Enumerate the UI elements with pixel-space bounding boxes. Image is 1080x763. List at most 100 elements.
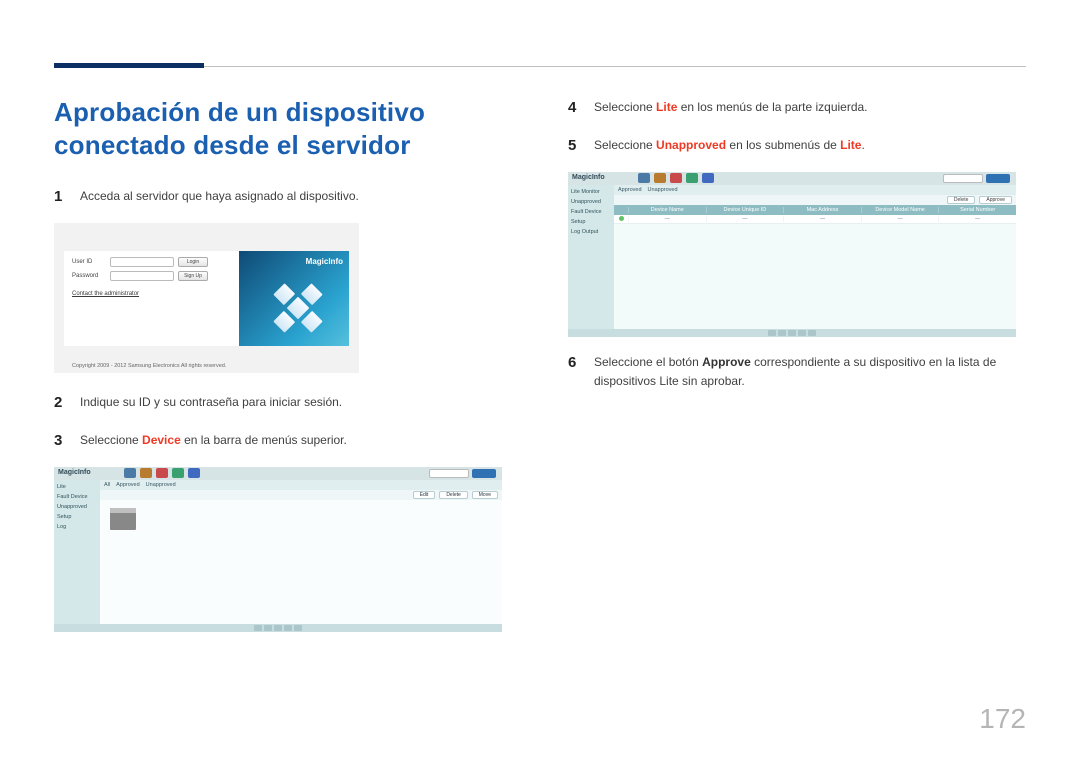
sidebar-item[interactable]: Setup	[571, 219, 611, 225]
step-number: 3	[54, 429, 68, 453]
app-topbar: MagicInfo	[568, 172, 1016, 185]
nav-icon[interactable]	[124, 468, 136, 478]
header-accent	[54, 63, 204, 68]
toolbar-button[interactable]: Delete	[439, 491, 467, 499]
brand-diamonds-icon	[260, 270, 336, 346]
status-bar	[54, 624, 502, 632]
sidebar-item[interactable]: Setup	[57, 514, 97, 520]
nav-icon[interactable]	[686, 173, 698, 183]
sidebar-item[interactable]: Fault Device	[57, 494, 97, 500]
submenu-bar: Approved Unapproved	[614, 185, 1016, 195]
sidebar-item[interactable]: Log Output	[571, 229, 611, 235]
search-button[interactable]	[986, 174, 1010, 183]
pager-button[interactable]	[808, 330, 816, 336]
toolbar: Delete Approve	[614, 195, 1016, 205]
unapproved-list-screenshot: MagicInfo	[568, 172, 1016, 337]
step-4: 4 Seleccione Lite en los menús de la par…	[568, 96, 1026, 120]
page-number: 172	[979, 703, 1026, 735]
pager-button[interactable]	[788, 330, 796, 336]
device-canvas	[100, 500, 502, 624]
sidebar-item[interactable]: Fault Device	[571, 209, 611, 215]
pager-button[interactable]	[284, 625, 292, 631]
step-text: Seleccione Lite en los menús de la parte…	[594, 96, 868, 120]
nav-icon[interactable]	[188, 468, 200, 478]
search-input[interactable]	[943, 174, 983, 183]
table-header: Device Name Device Unique ID Mac Address…	[614, 205, 1016, 215]
brand-panel: MagicInfo	[239, 251, 349, 346]
step-1: 1 Acceda al servidor que haya asignado a…	[54, 185, 512, 209]
pager-button[interactable]	[768, 330, 776, 336]
step-number: 2	[54, 391, 68, 415]
topbar-icons	[124, 468, 200, 478]
topbar-icons	[638, 173, 714, 183]
submenu-item[interactable]: Approved	[116, 482, 140, 488]
app-sidebar: Lite Fault Device Unapproved Setup Log	[54, 480, 100, 624]
login-screenshot: User ID Login Password Sign Up Contact t…	[54, 223, 359, 373]
step-number: 4	[568, 96, 582, 120]
nav-icon[interactable]	[140, 468, 152, 478]
step-6: 6 Seleccione el botón Approve correspond…	[568, 351, 1026, 391]
sidebar-item[interactable]: Lite	[57, 484, 97, 490]
step-text: Seleccione el botón Approve correspondie…	[594, 351, 1026, 391]
search-button[interactable]	[472, 469, 496, 478]
table-row[interactable]: —————	[614, 215, 1016, 224]
app-logo: MagicInfo	[572, 174, 605, 181]
nav-icon[interactable]	[702, 173, 714, 183]
signup-button[interactable]: Sign Up	[178, 271, 208, 281]
sidebar-item[interactable]: Unapproved	[571, 199, 611, 205]
nav-icon[interactable]	[156, 468, 168, 478]
step-2: 2 Indique su ID y su contraseña para ini…	[54, 391, 512, 415]
sidebar-item[interactable]: Unapproved	[57, 504, 97, 510]
step-text: Seleccione Device en la barra de menús s…	[80, 429, 347, 453]
pager-button[interactable]	[778, 330, 786, 336]
pager-button[interactable]	[264, 625, 272, 631]
status-bar	[568, 329, 1016, 337]
sidebar-item[interactable]: Lite Monitor	[571, 189, 611, 195]
approve-button[interactable]: Approve	[979, 196, 1012, 204]
pager	[768, 330, 816, 336]
col-header: Serial Number	[938, 207, 1016, 213]
pager-button[interactable]	[274, 625, 282, 631]
app-logo: MagicInfo	[58, 469, 91, 476]
highlight-approve: Approve	[702, 355, 751, 369]
submenu-item[interactable]: Approved	[618, 187, 642, 193]
app-sidebar: Lite Monitor Unapproved Fault Device Set…	[568, 185, 614, 329]
device-thumbnail[interactable]	[110, 508, 136, 530]
step-number: 6	[568, 351, 582, 391]
col-header: Mac Address	[783, 207, 861, 213]
nav-icon[interactable]	[638, 173, 650, 183]
app-topbar: MagicInfo	[54, 467, 502, 480]
step-3: 3 Seleccione Device en la barra de menús…	[54, 429, 512, 453]
col-header: Device Model Name	[861, 207, 939, 213]
highlight-unapproved: Unapproved	[656, 138, 726, 152]
login-button[interactable]: Login	[178, 257, 208, 267]
step-number: 5	[568, 134, 582, 158]
status-dot-icon	[619, 216, 624, 221]
highlight-lite: Lite	[656, 100, 677, 114]
user-id-input[interactable]	[110, 257, 174, 267]
step-text: Acceda al servidor que haya asignado al …	[80, 185, 359, 209]
pager-button[interactable]	[254, 625, 262, 631]
toolbar-button[interactable]: Delete	[947, 196, 975, 204]
submenu-item[interactable]: Unapproved	[648, 187, 678, 193]
password-label: Password	[72, 273, 106, 279]
pager-button[interactable]	[798, 330, 806, 336]
nav-icon[interactable]	[172, 468, 184, 478]
pager-button[interactable]	[294, 625, 302, 631]
submenu-item[interactable]: All	[104, 482, 110, 488]
submenu-item[interactable]: Unapproved	[146, 482, 176, 488]
password-input[interactable]	[110, 271, 174, 281]
toolbar: Edit Delete Move	[100, 490, 502, 500]
search-input[interactable]	[429, 469, 469, 478]
nav-icon[interactable]	[670, 173, 682, 183]
brand-label: MagicInfo	[306, 257, 343, 266]
sidebar-item[interactable]: Log	[57, 524, 97, 530]
col-header: Device Name	[628, 207, 706, 213]
toolbar-button[interactable]: Edit	[413, 491, 436, 499]
step-number: 1	[54, 185, 68, 209]
nav-icon[interactable]	[654, 173, 666, 183]
toolbar-button[interactable]: Move	[472, 491, 498, 499]
step-text: Indique su ID y su contraseña para inici…	[80, 391, 342, 415]
pager	[254, 625, 302, 631]
submenu-bar: All Approved Unapproved	[100, 480, 502, 490]
